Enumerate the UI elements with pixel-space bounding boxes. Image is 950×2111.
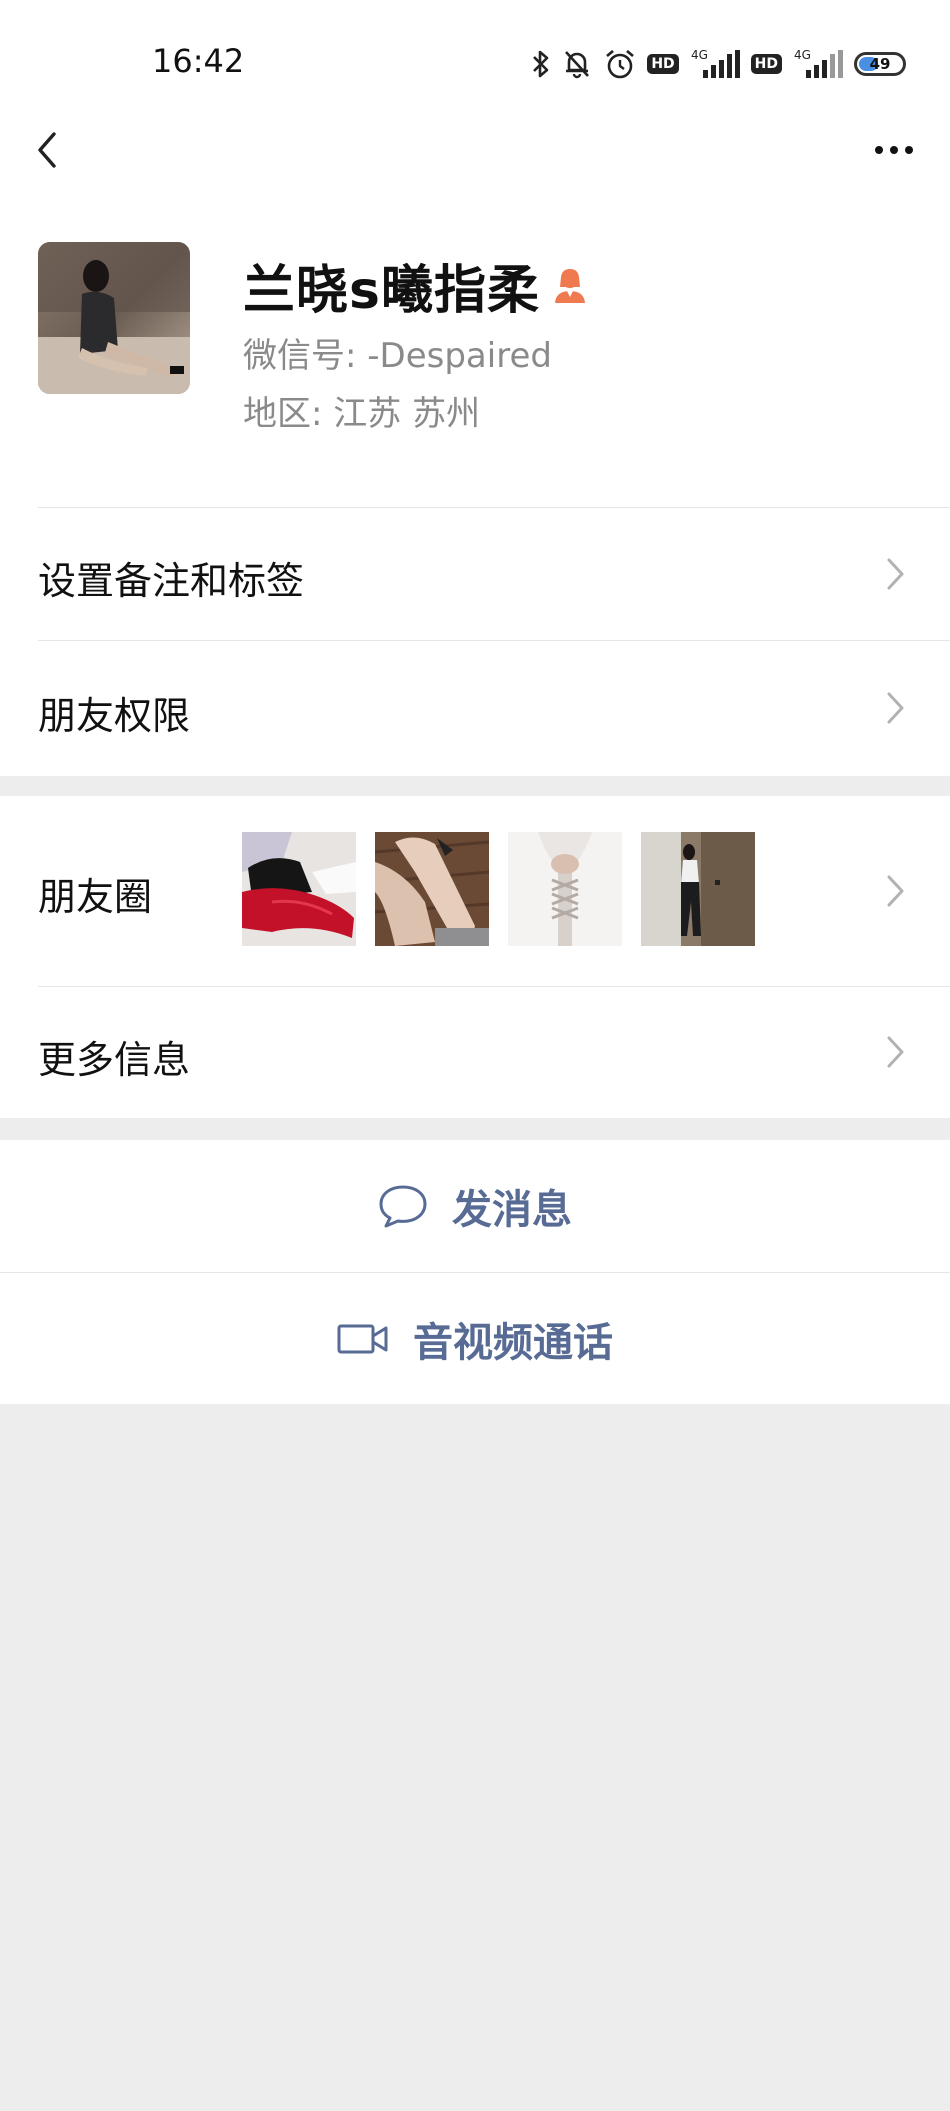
friend-permissions-label: 朋友权限 bbox=[38, 694, 191, 738]
moment-thumbnail-4 bbox=[641, 832, 755, 946]
nav-bar bbox=[0, 110, 950, 190]
contact-profile-page: 16:42 HD 4G HD 4G 49 兰晓s曦指柔 微信号: -Despai… bbox=[0, 0, 950, 2111]
moment-thumbnail-3 bbox=[508, 832, 622, 946]
status-bar: 16:42 HD 4G HD 4G 49 bbox=[0, 0, 950, 120]
more-options-button[interactable] bbox=[862, 124, 926, 176]
more-dots-icon bbox=[875, 146, 883, 154]
chevron-right-icon bbox=[887, 1036, 904, 1068]
hd-badge: HD bbox=[647, 54, 679, 74]
back-button[interactable] bbox=[26, 124, 78, 176]
send-message-label: 发消息 bbox=[452, 1187, 572, 1233]
status-icons: HD 4G HD 4G 49 bbox=[531, 44, 906, 84]
mute-bell-icon bbox=[561, 48, 593, 80]
moment-thumbnail-1 bbox=[242, 832, 356, 946]
more-dot bbox=[905, 146, 913, 154]
chevron-right-icon bbox=[887, 875, 904, 907]
more-dot bbox=[890, 146, 898, 154]
more-info-label: 更多信息 bbox=[38, 1038, 191, 1082]
wechat-id: 微信号: -Despaired bbox=[243, 336, 552, 376]
moments-label: 朋友圈 bbox=[38, 875, 153, 919]
status-time: 16:42 bbox=[152, 42, 245, 80]
remark-tags-label: 设置备注和标签 bbox=[38, 559, 305, 603]
alarm-icon bbox=[603, 47, 637, 81]
network-type-label-2: 4G bbox=[794, 48, 811, 62]
friend-permissions-row[interactable]: 朋友权限 bbox=[0, 641, 950, 775]
video-call-label: 音视频通话 bbox=[413, 1320, 613, 1366]
actions-section: 发消息 音视频通话 bbox=[0, 1140, 950, 1404]
female-person-icon bbox=[552, 267, 588, 305]
chevron-right-icon bbox=[887, 558, 904, 590]
video-call-button[interactable]: 音视频通话 bbox=[0, 1273, 950, 1405]
battery-icon: 49 bbox=[854, 52, 906, 76]
hd-badge-2: HD bbox=[750, 54, 782, 74]
moment-thumbnail-2 bbox=[375, 832, 489, 946]
back-arrow-icon bbox=[38, 132, 56, 168]
video-camera-icon bbox=[337, 1324, 388, 1354]
chevron-right-icon bbox=[887, 692, 904, 724]
bluetooth-icon bbox=[531, 49, 551, 79]
send-message-button[interactable]: 发消息 bbox=[0, 1140, 950, 1272]
region: 地区: 江苏 苏州 bbox=[243, 394, 481, 434]
network-type-label: 4G bbox=[691, 48, 708, 62]
moments-thumbnails bbox=[242, 832, 755, 946]
signal-icon-2: 4G bbox=[792, 48, 844, 80]
name-row: 兰晓s曦指柔 bbox=[243, 248, 588, 323]
avatar[interactable] bbox=[38, 242, 190, 394]
more-info-row[interactable]: 更多信息 bbox=[0, 987, 950, 1118]
moments-section: 朋友圈 更多信息 bbox=[0, 796, 950, 1118]
profile-header-section: 16:42 HD 4G HD 4G 49 兰晓s曦指柔 微信号: -Despai… bbox=[0, 0, 950, 776]
signal-icon: 4G bbox=[689, 48, 741, 80]
profile-info: 兰晓s曦指柔 微信号: -Despaired 地区: 江苏 苏州 bbox=[0, 240, 950, 440]
moments-row[interactable]: 朋友圈 bbox=[0, 796, 950, 986]
battery-level: 49 bbox=[869, 55, 891, 73]
remark-tags-row[interactable]: 设置备注和标签 bbox=[0, 508, 950, 640]
contact-name: 兰晓s曦指柔 bbox=[243, 261, 540, 321]
chat-bubble-icon bbox=[379, 1185, 427, 1228]
